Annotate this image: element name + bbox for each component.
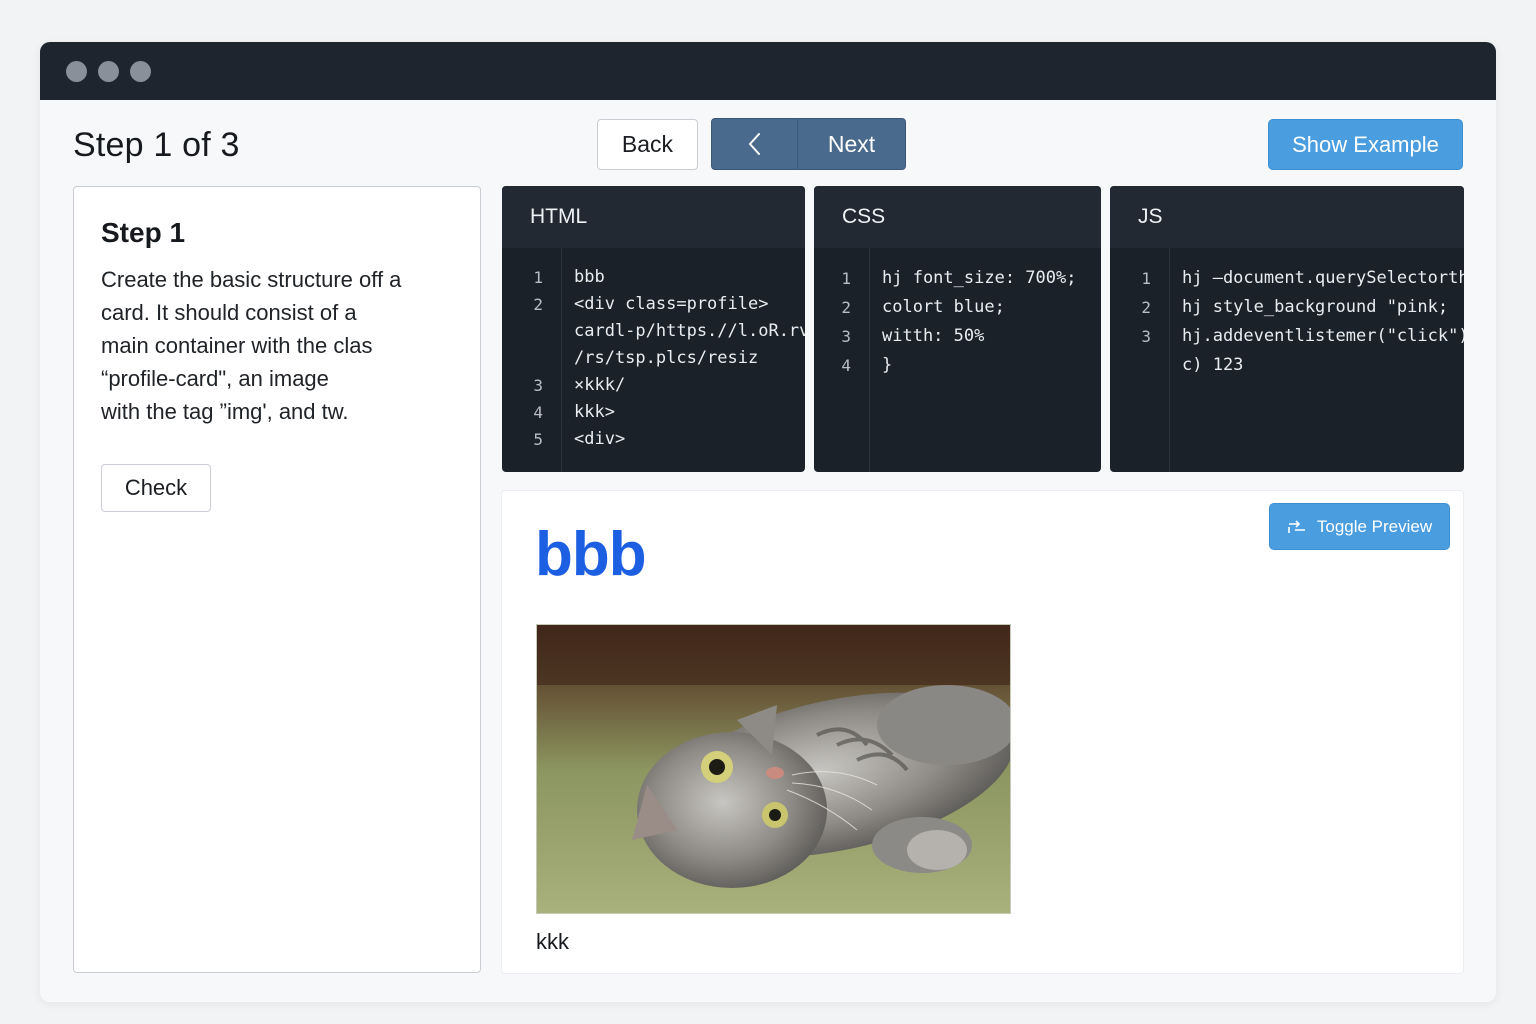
toggle-preview-button[interactable]: Toggle Preview	[1269, 503, 1450, 550]
html-line-gutter: 1 2 3 4 5	[502, 248, 562, 472]
navigation-button-group: Next	[711, 118, 906, 170]
code-line: hj.addeventlistemer("click"),	[1182, 326, 1464, 346]
previous-button[interactable]	[712, 119, 798, 169]
code-line: c) 123	[1182, 355, 1244, 375]
code-line: colort blue;	[882, 297, 1005, 317]
js-line-gutter: 1 2 3	[1110, 248, 1170, 472]
line-number: 2	[1141, 298, 1151, 317]
show-example-button[interactable]: Show Example	[1268, 119, 1463, 170]
app-window: Step 1 of 3 Back Next Show Example Step …	[40, 42, 1496, 1002]
line-number: 3	[533, 376, 543, 395]
css-line-gutter: 1 2 3 4	[814, 248, 870, 472]
back-button[interactable]: Back	[597, 119, 698, 170]
line-number: 1	[841, 269, 851, 288]
preview-caption: kkk	[536, 929, 569, 954]
html-editor-panel: HTML 1 2 3 4 5 bbb <div class=profile> c…	[502, 186, 805, 472]
code-line: <div>	[574, 429, 626, 449]
swap-arrows-icon	[1288, 519, 1305, 533]
html-code: bbb <div class=profile> cardl-p/https.//…	[562, 248, 805, 472]
code-line: bbb	[574, 267, 605, 287]
code-line: }	[882, 355, 893, 375]
code-line: hj –document.querySelectorth"	[1182, 268, 1464, 288]
code-line: ×kkk/	[574, 375, 626, 395]
js-editor-title: JS	[1110, 186, 1464, 248]
preview-panel: bbb Toggle Preview kkk	[501, 490, 1464, 974]
line-number: 5	[533, 430, 543, 449]
line-number	[1110, 351, 1169, 380]
next-button[interactable]: Next	[798, 119, 905, 169]
line-number: 3	[841, 327, 851, 346]
window-minimize-dot[interactable]	[98, 60, 119, 82]
css-editor[interactable]: 1 2 3 4 hj font_size: 700%; colort blue;…	[814, 248, 1101, 472]
line-number	[502, 318, 561, 345]
js-code: hj –document.querySelectorth" hj style_b…	[1170, 248, 1464, 472]
code-line: kkk>	[574, 402, 615, 422]
instructions-heading: Step 1	[101, 217, 186, 248]
instructions-panel: Step 1 Create the basic structure off a …	[73, 186, 481, 973]
step-title: Step 1 of 3	[73, 126, 240, 164]
js-editor-panel: JS 1 2 3 hj –document.querySelectorth" h…	[1110, 186, 1464, 472]
line-number: 3	[1141, 327, 1151, 346]
html-editor-title: HTML	[502, 186, 805, 248]
line-number: 1	[1141, 269, 1151, 288]
code-line: hj font_size: 700%;	[882, 268, 1077, 288]
line-number: 4	[533, 403, 543, 422]
window-maximize-dot[interactable]	[130, 60, 151, 82]
cat-image	[536, 624, 1011, 914]
line-number: 1	[533, 268, 543, 287]
preview-heading: bbb	[535, 520, 647, 589]
css-editor-panel: CSS 1 2 3 4 hj font_size: 700%; colort b…	[814, 186, 1101, 472]
code-line: /rs/tsp.plcs/resiz	[574, 348, 759, 368]
line-number: 2	[841, 298, 851, 317]
title-bar	[40, 42, 1496, 100]
code-line: witth: 50%	[882, 326, 985, 346]
code-line: hj style_background "pink;	[1182, 297, 1449, 317]
html-editor[interactable]: 1 2 3 4 5 bbb <div class=profile> cardl-…	[502, 248, 805, 472]
code-line: cardl-p/https.//l.oR.rv	[574, 321, 805, 341]
toggle-preview-label: Toggle Preview	[1316, 516, 1433, 536]
line-number: 2	[533, 295, 543, 314]
line-number: 4	[841, 356, 851, 375]
line-number	[502, 345, 561, 372]
code-line: <div class=profile>	[574, 294, 769, 314]
window-close-dot[interactable]	[66, 60, 87, 82]
js-editor[interactable]: 1 2 3 hj –document.querySelectorth" hj s…	[1110, 248, 1464, 472]
instructions-body: Create the basic structure off a card. I…	[101, 267, 402, 424]
chevron-left-icon	[748, 133, 760, 155]
css-code: hj font_size: 700%; colort blue; witth: …	[870, 248, 1101, 472]
css-editor-title: CSS	[814, 186, 1101, 248]
check-button[interactable]: Check	[101, 464, 211, 512]
